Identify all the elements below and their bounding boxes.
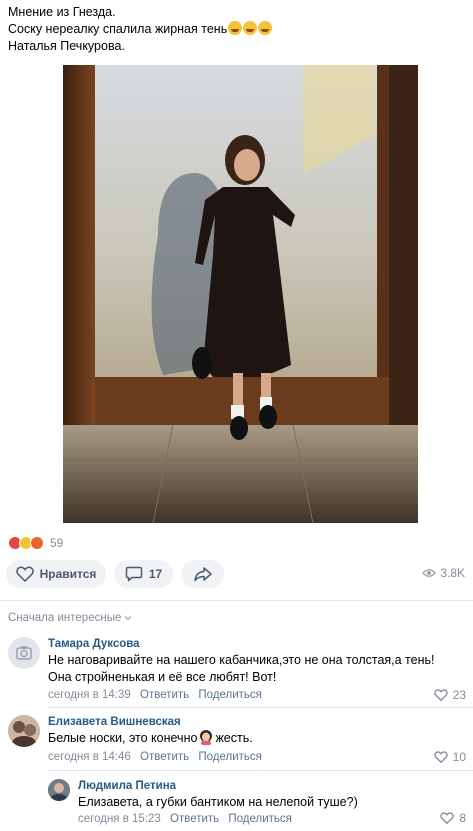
comment-text-part: жесть. [215,731,253,745]
comment-meta: сегодня в 14:39 Ответить Поделиться [48,689,268,701]
reply-button[interactable]: Ответить [140,689,189,701]
comment-time[interactable]: сегодня в 14:46 [48,751,131,763]
like-label: Нравится [39,567,97,581]
comment-like-count: 10 [452,750,466,764]
avatar-image [8,715,40,747]
comment-count: 17 [148,567,163,581]
share-comment-button[interactable]: Поделиться [198,689,262,701]
comment-text: Елизавета, а губки бантиком на нелепой т… [78,795,358,809]
reactions-bar[interactable]: 59 [8,535,63,551]
woman-emoji-icon [200,730,213,745]
comment-like-count: 8 [459,811,466,825]
avatar[interactable] [48,779,70,801]
comment-text-part: Белые носки, это конечно [48,731,198,745]
angry-icon [30,536,44,550]
post-photo[interactable] [63,65,418,523]
share-comment-button[interactable]: Поделиться [228,813,292,825]
divider [48,770,473,771]
post-line-1: Мнение из Гнезда. [8,5,116,19]
comment-author[interactable]: Людмила Петина [78,780,176,792]
eye-icon [422,569,437,577]
post-line-2-text: Соску нереалку спалила жирная тень [8,22,228,36]
like-button[interactable]: Нравится [6,560,106,588]
comment-like-count: 23 [452,688,466,702]
comment-time[interactable]: сегодня в 14:39 [48,689,131,701]
heart-outline-icon [440,812,455,824]
comment-meta: сегодня в 14:46 Ответить Поделиться [48,751,268,763]
comment-meta: сегодня в 15:23 Ответить Поделиться [78,813,298,825]
comment-text: Не наговаривайте на нашего кабанчика,это… [48,653,435,684]
rofl-emoji-icon [258,21,273,35]
views-count: 3.8K [440,566,465,580]
share-button[interactable] [181,560,224,588]
comment-time[interactable]: сегодня в 15:23 [78,813,161,825]
post-line-2: Соску нереалку спалила жирная тень [8,21,468,38]
comment-like-button[interactable]: 8 [440,811,466,825]
avatar[interactable] [8,637,40,669]
comment-text: Белые носки, это конечно жесть. [48,730,448,747]
rofl-emoji-icon [243,21,258,35]
share-comment-button[interactable]: Поделиться [198,751,262,763]
post-text: Мнение из Гнезда. Соску нереалку спалила… [8,4,468,55]
comment-like-button[interactable]: 23 [433,688,466,702]
post-line-3: Наталья Печкурова. [8,39,125,53]
views-counter: 3.8K [422,566,465,580]
heart-outline-icon [15,566,34,582]
divider [0,600,473,601]
rofl-emoji-icon [228,21,243,35]
camera-icon [16,646,32,660]
avatar[interactable] [8,715,40,747]
comment-author[interactable]: Тамара Дуксова [48,638,140,650]
heart-outline-icon [433,751,448,763]
divider [48,707,473,708]
comment-button[interactable]: 17 [114,560,173,588]
comment-icon [125,566,143,582]
avatar-image [48,779,70,801]
reply-button[interactable]: Ответить [170,813,219,825]
heart-outline-icon [433,689,448,701]
reactions-count: 59 [50,536,64,550]
chevron-down-icon [124,616,132,621]
comments-sort[interactable]: Сначала интересные [8,612,132,624]
sort-label: Сначала интересные [8,612,122,624]
comment-author[interactable]: Елизавета Вишневская [48,716,181,728]
reply-button[interactable]: Ответить [140,751,189,763]
comment-like-button[interactable]: 10 [433,750,466,764]
share-icon [193,567,212,582]
